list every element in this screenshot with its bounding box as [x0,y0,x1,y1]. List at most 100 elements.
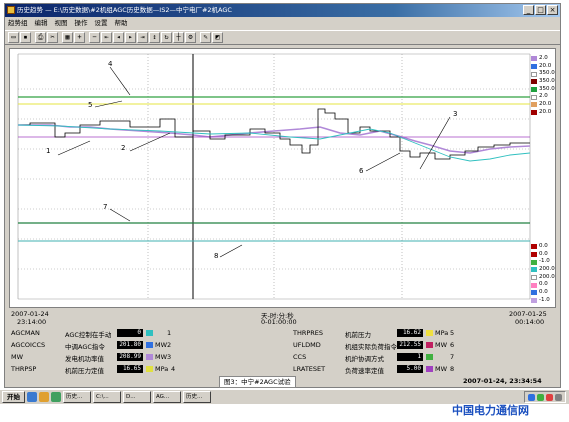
scale-icon[interactable]: ↕ [149,32,160,43]
tag-unit: MPa [155,365,169,373]
cursor-icon[interactable]: ┼ [173,32,184,43]
menu-bar: 趋势组 编辑 视图 操作 设置 帮助 [5,17,560,29]
legend-lower-item: -1.0 [531,297,555,305]
tag-name: THRPSP [11,365,37,373]
legend-lower-item: -1.0 [531,258,555,266]
annotation-2: 2 [121,144,126,152]
tray-icon[interactable] [528,393,535,401]
tag-index: 1 [167,329,172,337]
tag-value: 0 [117,329,143,337]
annotation-4: 4 [108,60,113,68]
task-button[interactable]: 历史... [183,391,211,403]
trend-plot-area[interactable]: 1 2 3 4 5 6 7 8 2.0 20.0 350.0 350.0 350… [9,48,556,308]
start-date: 2007-01-24 [11,310,49,318]
legend-upper-item: 20.0 [531,101,555,109]
tag-desc: AGC控制在手动 [65,331,112,339]
tag-panel: 2007-01-24 23:14:00 天-时:分:秒 0-01:00:00 2… [9,309,556,388]
tag-desc: 机炉协调方式 [345,355,384,363]
print-icon[interactable]: ⎙ [35,32,46,43]
quicklaunch-icon[interactable] [27,392,37,402]
legend-upper-item: 2.0 [531,93,555,101]
menu-edit[interactable]: 编辑 [35,17,48,29]
save-icon[interactable]: ▪ [20,32,31,43]
task-button[interactable]: AG... [153,391,181,403]
toolbar: ▭ ▪ ⎙ ✂ ▦ + − ⇤ ◂ ▸ ⇥ ↕ ↻ ┼ ⚙ ✎ ◩ [5,30,560,45]
task-button[interactable]: D... [123,391,151,403]
tray-icon[interactable] [546,393,553,401]
menu-settings[interactable]: 设置 [95,17,108,29]
legend-upper: 2.0 20.0 350.0 350.0 350.0 2.0 20.0 20.0 [531,55,555,117]
tag-color-swatch [146,342,153,348]
prev-icon[interactable]: ◂ [113,32,124,43]
annotation-5: 5 [88,101,93,109]
legend-upper-item: 20.0 [531,63,555,71]
end-date: 2007-01-25 [509,310,547,318]
tag-index: 2 [167,341,172,349]
legend-lower-item: 0.0 [531,243,555,251]
system-tray [524,391,566,403]
grid-icon[interactable]: ▦ [62,32,73,43]
pen-icon[interactable]: ✎ [200,32,211,43]
cut-icon[interactable]: ✂ [47,32,58,43]
legend-lower: 0.0 0.0 -1.0 200.0 200.0 0.0 0.0 -1.0 [531,243,555,305]
maximize-button[interactable]: □ [535,5,546,15]
next-icon[interactable]: ▸ [125,32,136,43]
tag-index: 4 [171,365,176,373]
legend-lower-item: 0.0 [531,281,555,289]
menu-operate[interactable]: 操作 [75,17,88,29]
annotation-8: 8 [214,252,219,260]
legend-upper-item: 2.0 [531,55,555,63]
title-bar: 历史趋势 — E:\历史数据\#2机组AGC历史数据—IS2—中宁电厂#2机AG… [5,4,560,17]
tag-color-swatch [426,330,433,336]
eraser-icon[interactable]: ◩ [212,32,223,43]
tag-index: 6 [450,341,455,349]
tag-color-swatch [426,342,433,348]
tag-name: CCS [293,353,307,361]
tag-color-swatch [426,366,433,372]
last-icon[interactable]: ⇥ [137,32,148,43]
start-button[interactable]: 开始 [2,391,25,403]
tag-color-swatch [146,366,153,372]
refresh-icon[interactable]: ↻ [161,32,172,43]
minimize-button[interactable]: _ [523,5,534,15]
task-button[interactable]: C:\... [93,391,121,403]
zoom-in-icon[interactable]: + [74,32,85,43]
quicklaunch-icon[interactable] [39,392,49,402]
quicklaunch-icon[interactable] [51,392,61,402]
menu-view[interactable]: 视图 [55,17,68,29]
legend-upper-item: 20.0 [531,109,555,117]
tag-unit: MW [435,341,448,349]
tag-desc: 负荷速率定值 [345,367,384,375]
close-button[interactable]: × [547,5,558,15]
annotation-3: 3 [453,110,458,118]
tag-value: 201.80 [117,341,143,349]
figure-caption: 图3：中宁#2AGC试验 [219,376,296,388]
tag-desc: 发电机功率值 [65,355,104,363]
legend-lower-item: 0.0 [531,251,555,259]
tag-name: AGCMAN [11,329,40,337]
tag-unit: MPa [435,329,449,337]
tag-value: 212.55 [397,341,423,349]
tools-icon[interactable]: ⚙ [185,32,196,43]
zoom-out-icon[interactable]: − [89,32,100,43]
legend-upper-item: 350.0 [531,78,555,86]
tag-name: THRPRES [293,329,324,337]
task-button[interactable]: 历史... [63,391,91,403]
tag-name: UFLDMD [293,341,321,349]
tag-color-swatch [146,354,153,360]
app-icon [7,6,15,14]
tag-index: 7 [450,353,455,361]
end-time: 00:14:00 [515,318,545,326]
menu-trend-group[interactable]: 趋势组 [8,17,28,29]
tray-icon[interactable] [555,393,562,401]
annotation-1: 1 [46,147,51,155]
trend-window: 历史趋势 — E:\历史数据\#2机组AGC历史数据—IS2—中宁电厂#2机AG… [4,3,561,388]
tag-desc: 中调AGC指令 [65,343,105,351]
time-span: 0-01:00:00 [261,318,297,326]
menu-help[interactable]: 帮助 [115,17,128,29]
watermark-text: 中国电力通信网 [452,404,529,417]
tag-desc: 机前压力 [345,331,371,339]
tray-icon[interactable] [537,393,544,401]
open-icon[interactable]: ▭ [8,32,19,43]
first-icon[interactable]: ⇤ [101,32,112,43]
